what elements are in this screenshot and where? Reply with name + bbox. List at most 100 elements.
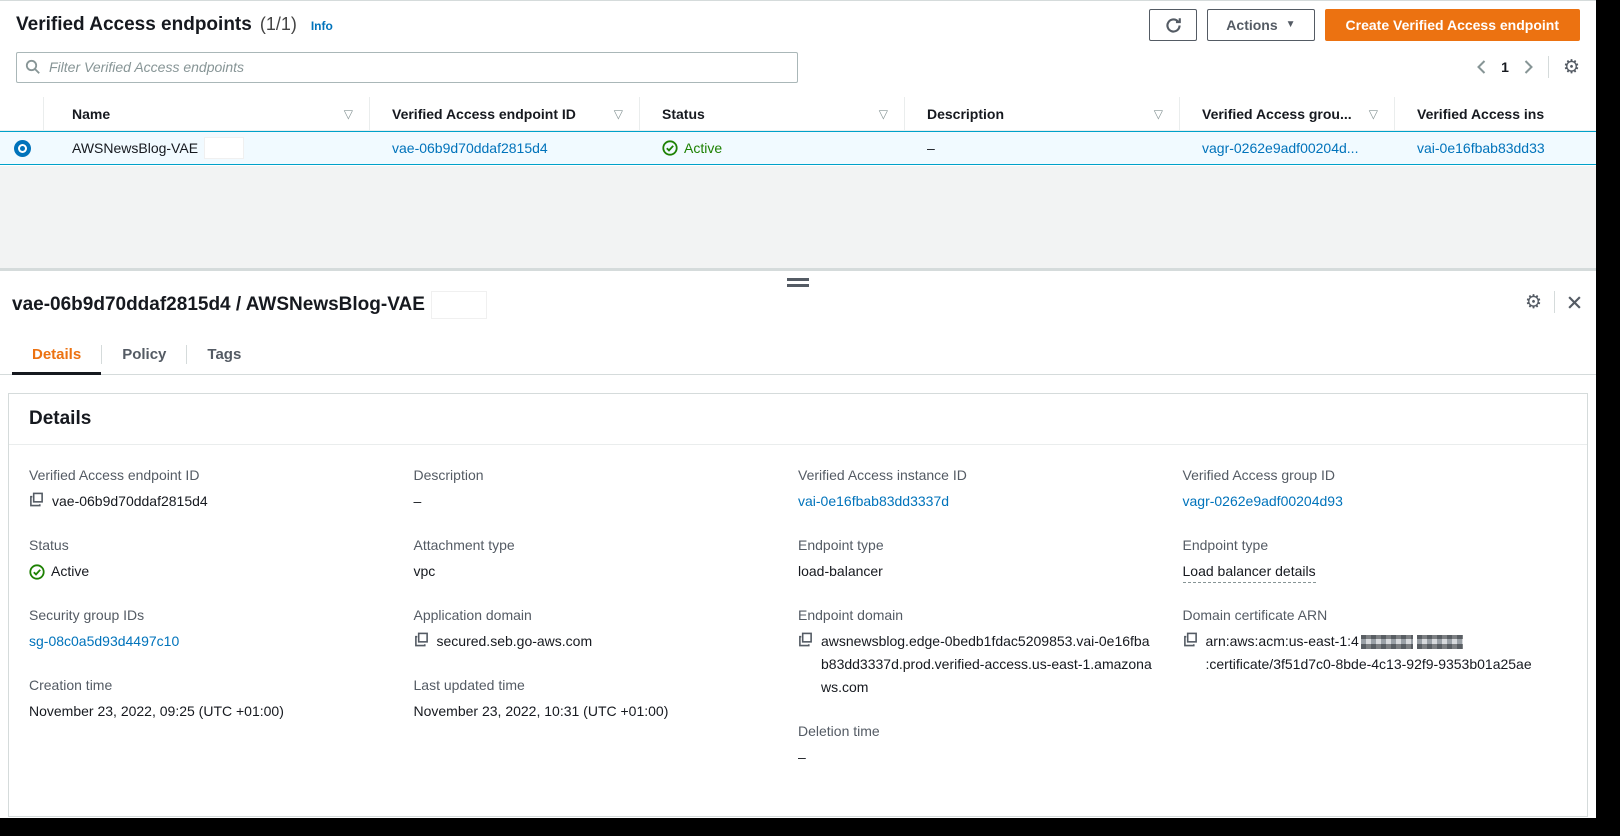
field-endpoint-type: Endpoint type load-balancer: [798, 537, 884, 580]
split-panel: vae-06b9d70ddaf2815d4 / AWSNewsBlog-VAE …: [0, 269, 1596, 818]
status-check-icon: [662, 140, 678, 156]
details-card-title: Details: [29, 408, 92, 429]
details-column-4: Verified Access group ID vagr-0262e9adf0…: [1182, 467, 1568, 794]
status-badge: Active: [662, 140, 722, 156]
sort-filter-icon[interactable]: ▽: [879, 107, 888, 121]
app-window: Verified Access endpoints (1/1) Info Act…: [0, 0, 1596, 818]
next-page-icon[interactable]: [1523, 59, 1534, 75]
endpoint-id-link[interactable]: vae-06b9d70ddaf2815d4: [392, 140, 548, 156]
details-card-body: Verified Access endpoint ID vae-06b9d70d…: [9, 445, 1587, 816]
details-column-2: Description – Attachment type vpc Applic…: [414, 467, 799, 794]
radio-selected-icon: [13, 139, 31, 157]
cell-status: Active: [640, 132, 905, 164]
redaction-patch: [204, 137, 245, 159]
copy-icon[interactable]: [798, 632, 813, 647]
current-page[interactable]: 1: [1501, 59, 1509, 75]
info-link[interactable]: Info: [311, 19, 333, 33]
selection-column-header: [0, 97, 44, 130]
cell-description: –: [927, 140, 935, 156]
group-id-link[interactable]: vagr-0262e9adf00204d...: [1202, 140, 1358, 156]
resource-count: (1/1): [259, 14, 297, 34]
field-application-domain: Application domain secured.seb.go-aws.co…: [413, 607, 593, 650]
sort-filter-icon[interactable]: ▽: [344, 107, 353, 121]
field-security-groups: Security group IDs sg-08c0a5d93d4497c10: [29, 607, 386, 653]
create-endpoint-button-label: Create Verified Access endpoint: [1345, 17, 1559, 33]
field-status: Status Active: [29, 537, 386, 583]
column-header-description[interactable]: Description ▽: [905, 97, 1180, 130]
field-endpoint-id: Verified Access endpoint ID vae-06b9d70d…: [29, 467, 208, 509]
panel-tabs: Details Policy Tags: [0, 335, 1596, 375]
details-column-1: Verified Access endpoint ID vae-06b9d70d…: [29, 467, 414, 794]
field-deletion-time: Deletion time –: [798, 723, 880, 766]
panel-preferences-gear-icon[interactable]: ⚙: [1525, 293, 1542, 312]
copy-icon[interactable]: [1183, 632, 1198, 647]
caret-down-icon: ▼: [1285, 19, 1296, 30]
details-column-3: Verified Access instance ID vai-0e16fbab…: [798, 467, 1183, 794]
panel-title: vae-06b9d70ddaf2815d4 / AWSNewsBlog-VAE: [12, 294, 425, 315]
security-group-link[interactable]: sg-08c0a5d93d4497c10: [29, 630, 386, 653]
field-last-updated-time: Last updated time November 23, 2022, 10:…: [413, 677, 669, 720]
redacted-account-id: [1360, 635, 1413, 650]
filter-row: 1 ⚙: [0, 49, 1596, 85]
field-endpoint-type-lb: Endpoint type Load balancer details: [1182, 537, 1540, 583]
field-instance-id: Verified Access instance ID vai-0e16fbab…: [798, 467, 1155, 513]
field-creation-time: Creation time November 23, 2022, 09:25 (…: [29, 677, 284, 720]
status-check-icon: [29, 564, 45, 580]
toolbar: Verified Access endpoints (1/1) Info Act…: [0, 1, 1596, 49]
panel-header: vae-06b9d70ddaf2815d4 / AWSNewsBlog-VAE …: [0, 291, 1596, 319]
tab-policy[interactable]: Policy: [102, 335, 186, 374]
instance-id-link[interactable]: vai-0e16fbab83dd33: [1417, 140, 1545, 156]
cell-name: AWSNewsBlog-VAE: [44, 132, 370, 164]
actions-button-label: Actions: [1226, 17, 1278, 33]
panel-actions: ⚙: [1525, 291, 1582, 313]
pagination: 1 ⚙: [1476, 56, 1580, 78]
column-header-instance[interactable]: Verified Access ins: [1395, 97, 1596, 130]
panel-drag-handle[interactable]: [787, 278, 809, 290]
field-domain-certificate-arn: Domain certificate ARN arn:aws:acm:us-ea…: [1183, 607, 1540, 676]
details-card-header: Details: [9, 394, 1587, 445]
cell-instance: vai-0e16fbab83dd33: [1395, 132, 1596, 164]
search-icon: [25, 59, 41, 75]
create-endpoint-button[interactable]: Create Verified Access endpoint: [1324, 9, 1580, 41]
column-header-endpoint-id[interactable]: Verified Access endpoint ID ▽: [370, 97, 640, 130]
load-balancer-details-link[interactable]: Load balancer details: [1182, 562, 1316, 583]
filter-input[interactable]: [16, 51, 798, 83]
page-title-group: Verified Access endpoints (1/1) Info: [16, 14, 333, 36]
redaction-patch: [430, 291, 487, 319]
details-card: Details Verified Access endpoint ID vae-…: [8, 393, 1588, 817]
table-preferences-gear-icon[interactable]: ⚙: [1563, 58, 1580, 77]
redacted-account-id: [1416, 635, 1463, 650]
toolbar-buttons: Actions ▼ Create Verified Access endpoin…: [1149, 9, 1580, 41]
cell-group: vagr-0262e9adf00204d...: [1180, 132, 1395, 164]
field-group-id: Verified Access group ID vagr-0262e9adf0…: [1183, 467, 1540, 513]
column-header-status[interactable]: Status ▽: [640, 97, 905, 130]
copy-icon[interactable]: [29, 492, 44, 507]
filter-box: [16, 51, 798, 83]
status-badge: Active: [29, 560, 386, 583]
column-header-group[interactable]: Verified Access grou... ▽: [1180, 97, 1395, 130]
sort-filter-icon[interactable]: ▽: [614, 107, 623, 121]
actions-button[interactable]: Actions ▼: [1207, 9, 1315, 41]
refresh-button[interactable]: [1149, 9, 1198, 41]
copy-icon[interactable]: [414, 632, 429, 647]
field-description: Description –: [413, 467, 484, 509]
instance-id-link[interactable]: vai-0e16fbab83dd3337d: [798, 490, 1155, 513]
tab-tags[interactable]: Tags: [187, 335, 261, 374]
table-empty-area: [0, 166, 1596, 269]
field-endpoint-domain: Endpoint domain awsnewsblog.edge-0bedb1f…: [798, 607, 1152, 696]
row-radio-selected[interactable]: [0, 132, 44, 164]
pagination-divider: [1547, 56, 1549, 78]
group-id-link[interactable]: vagr-0262e9adf00204d93: [1183, 490, 1540, 513]
table-header: Name ▽ Verified Access endpoint ID ▽ Sta…: [0, 97, 1596, 131]
field-attachment-type: Attachment type vpc: [413, 537, 515, 580]
column-header-name[interactable]: Name ▽: [44, 97, 370, 130]
page-title: Verified Access endpoints: [16, 14, 252, 35]
table-row[interactable]: AWSNewsBlog-VAE vae-06b9d70ddaf2815d4 Ac…: [0, 131, 1596, 165]
sort-filter-icon[interactable]: ▽: [1154, 107, 1163, 121]
cell-endpoint-id: vae-06b9d70ddaf2815d4: [370, 132, 640, 164]
previous-page-icon[interactable]: [1476, 59, 1487, 75]
sort-filter-icon[interactable]: ▽: [1369, 107, 1378, 121]
tab-details[interactable]: Details: [12, 335, 102, 375]
close-panel-icon[interactable]: [1567, 295, 1582, 310]
panel-actions-divider: [1554, 291, 1555, 313]
